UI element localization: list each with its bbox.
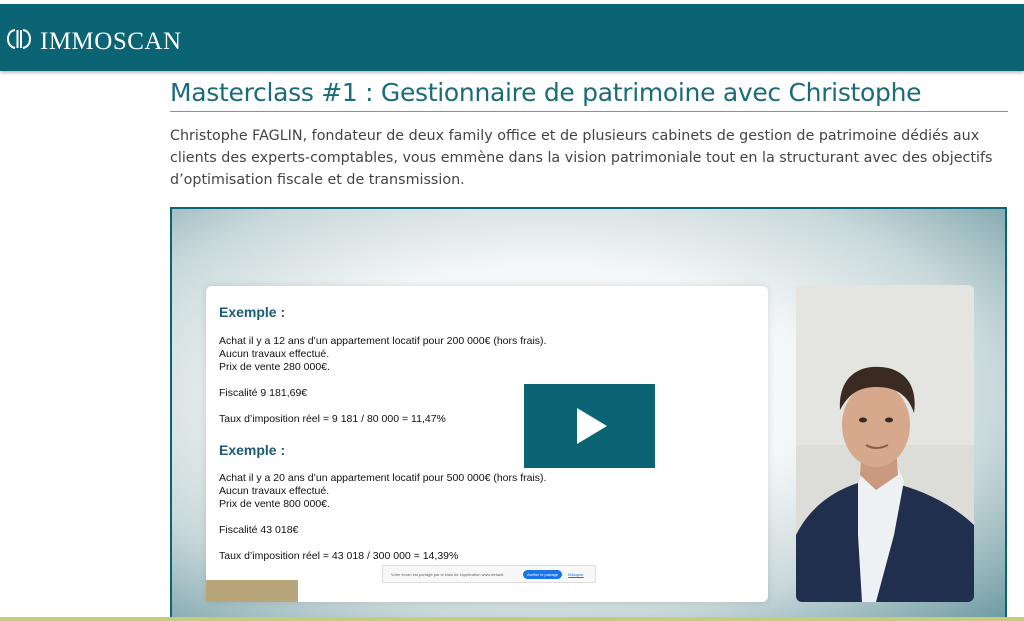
slide-footer-block [206,580,298,602]
header-bar: IMMOSCAN [0,4,1024,71]
example-1-line-1: Achat il y a 12 ans d’un appartement loc… [219,335,547,347]
example-1-taux: Taux d’imposition réel = 9 181 / 80 000 … [219,413,446,425]
presentation-slide: Exemple : Achat il y a 12 ans d’un appar… [206,286,768,602]
speaker-webcam [796,285,974,602]
brand-logo[interactable]: IMMOSCAN [6,27,182,56]
example-1-line-2: Aucun travaux effectué. [219,348,330,360]
immoscan-logo-icon [6,27,32,56]
speaker-portrait [796,285,974,602]
screen-share-text: Votre écran est partagé par le biais de … [391,571,505,577]
example-2-line-3: Prix de vente 800 000€. [219,498,330,510]
video-player[interactable]: Exemple : Achat il y a 12 ans d’un appar… [170,207,1007,621]
screen-share-bar: Votre écran est partagé par le biais de … [382,565,596,583]
hide-share-bar-link: Masquer [568,571,584,577]
example-2-title: Exemple : [219,442,286,458]
example-2-line-2: Aucun travaux effectué. [219,485,330,497]
page-title: Masterclass #1 : Gestionnaire de patrimo… [170,78,1008,112]
play-button[interactable] [524,384,655,468]
stop-sharing-button: Arrêter le partage [523,569,563,579]
brand-name: IMMOSCAN [40,27,182,55]
example-2-fiscalite: Fiscalité 43 018€ [219,524,299,536]
masterclass-description: Christophe FAGLIN, fondateur de deux fam… [170,128,993,188]
example-1-title: Exemple : [219,304,286,320]
example-1-line-3: Prix de vente 280 000€. [219,361,330,373]
example-2-taux: Taux d’imposition réel = 43 018 / 300 00… [219,550,459,562]
bottom-accent-strip [0,617,1024,621]
example-2-line-1: Achat il y a 20 ans d’un appartement loc… [219,472,547,484]
example-1-fiscalite: Fiscalité 9 181,69€ [219,387,308,399]
